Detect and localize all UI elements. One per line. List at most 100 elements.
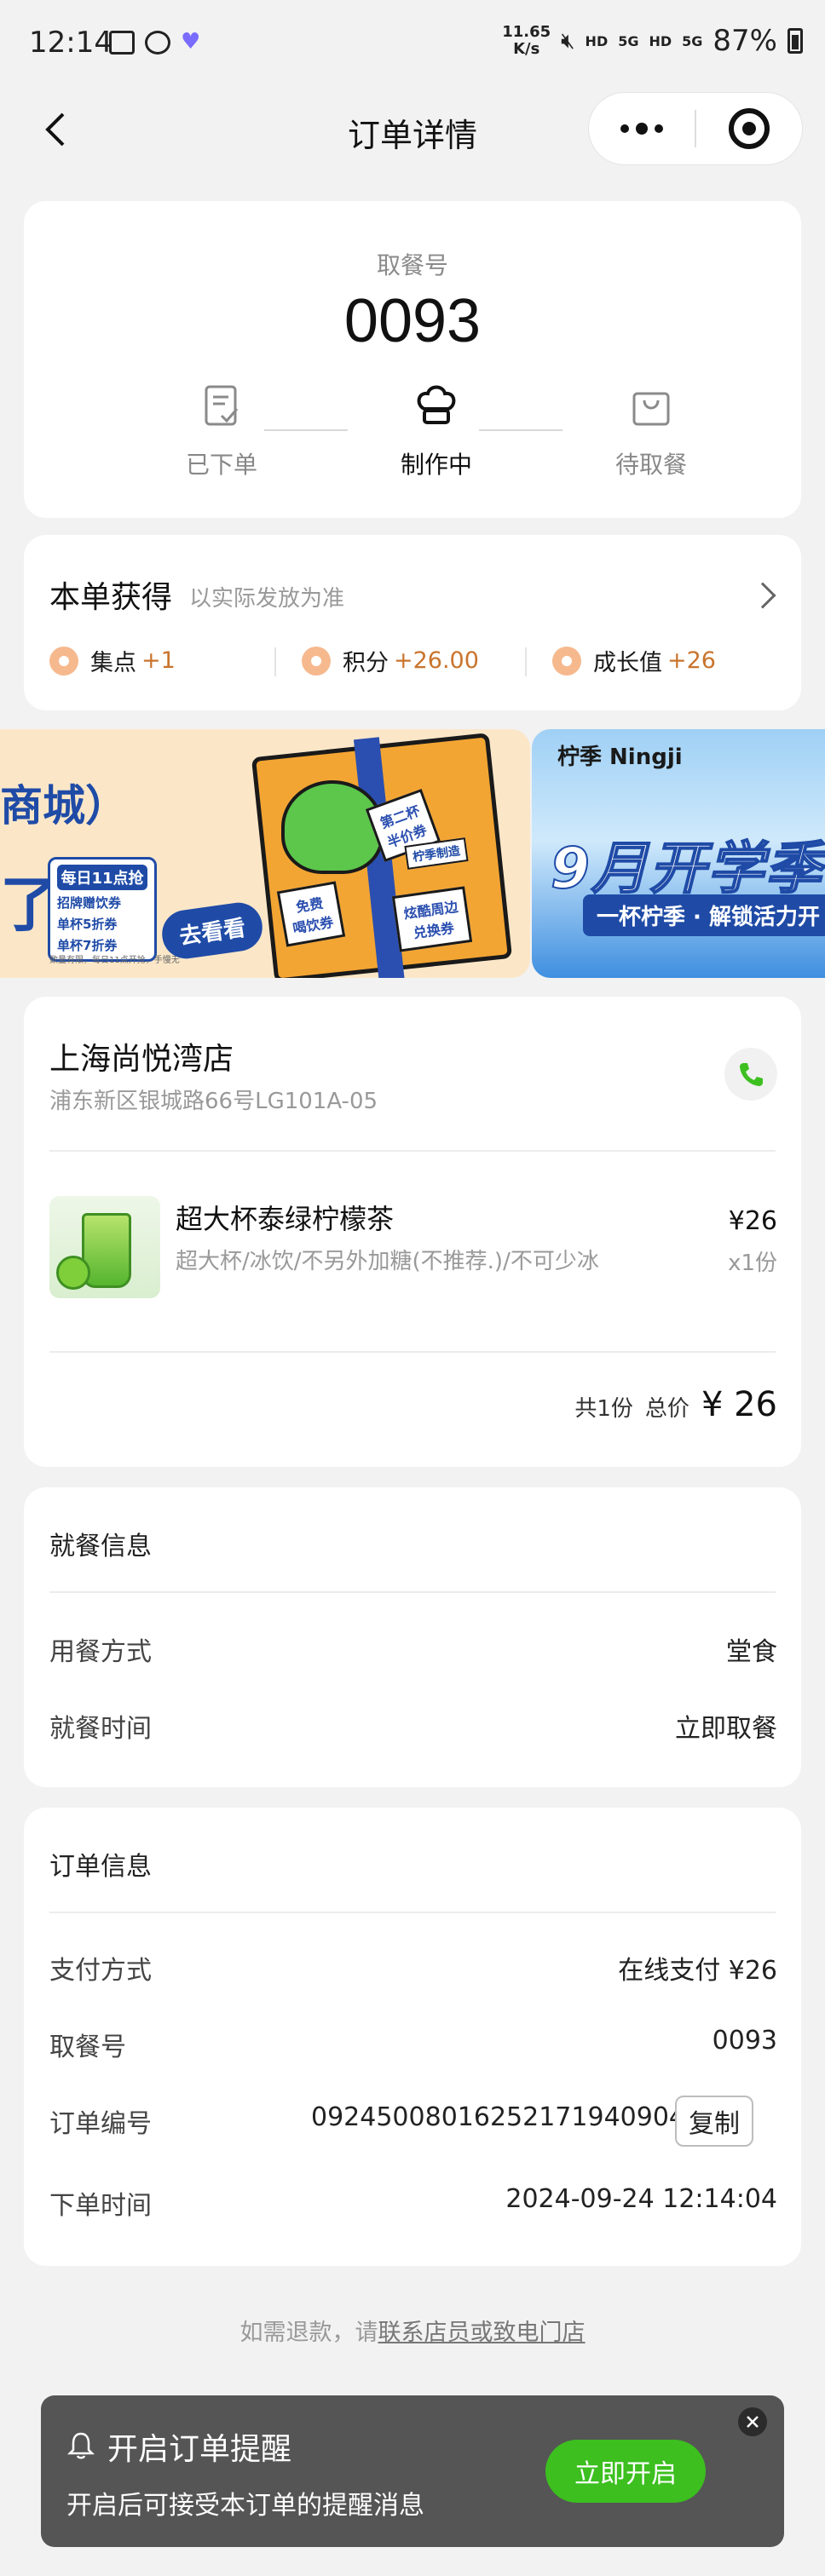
wechat-icon [145,31,170,55]
chevron-left-icon [45,112,65,147]
divider [49,1150,776,1152]
rewards-subtitle: 以实际发放为准 [189,586,345,612]
tag-line: 招牌赠饮券 [57,895,122,911]
product-name: 超大杯泰绿柠檬茶 [176,1203,395,1235]
close-icon [747,2416,759,2428]
signal-5g-2: 5G [682,32,703,49]
refund-prefix: 如需退款，请 [239,2320,378,2346]
reminder-title: 开启订单提醒 [107,2432,292,2467]
reward-growth: 成长值 +26 [552,644,716,677]
battery-level: 87% [712,24,777,58]
row-value: 2024-09-24 12:14:04 [505,2184,777,2214]
order-total: 共1份 总价 ¥ 26 [574,1385,777,1424]
order-reminder-banner: 开启订单提醒 开启后可接受本订单的提醒消息 立即开启 [41,2395,784,2547]
tag-line: 单杯5折券 [57,917,118,932]
step-connector [264,429,348,431]
reward-value: +1 [141,647,176,674]
back-button[interactable] [38,109,78,150]
product-image [49,1196,160,1298]
banner-subline: 一杯柠季 · 解锁活力开 [583,894,825,936]
hd-label-1: HD [585,32,609,49]
product-price: ¥26 [728,1206,777,1236]
reward-value: +26 [667,647,716,674]
points-icon [302,646,331,676]
mini-program-capsule [588,92,803,165]
banner-title: 商城） [0,781,128,831]
lime-graphic [56,1256,90,1290]
row-label: 就餐时间 [49,1714,152,1744]
tag-head: 每日11点抢 [57,865,147,890]
reward-name: 成长值 [593,650,662,676]
order-info-card: 订单信息 支付方式 在线支付 ¥26 取餐号 0093 订单编号 0924500… [24,1808,801,2266]
rewards-card[interactable]: 本单获得 以实际发放为准 集点 +1 积分 +26.00 成长值 +26 [24,535,801,710]
store-order-card: 上海尚悦湾店 浦东新区银城路66号LG101A-05 超大杯泰绿柠檬茶 超大杯/… [24,997,801,1467]
net-speed-value: 11.65 [502,23,551,41]
row-label: 用餐方式 [49,1637,152,1667]
banner-headline: 9月开学季 [550,835,823,902]
reward-divider [274,647,276,676]
row-value: 在线支付 ¥26 [618,1956,777,1986]
section-title: 就餐信息 [49,1532,152,1561]
row-label: 取餐号 [49,2033,126,2062]
brand-label: 柠季 Ningji [557,745,683,770]
hd-label-2: HD [649,32,672,49]
enable-reminder-button[interactable]: 立即开启 [545,2440,706,2503]
product-spec: 超大杯/冰饮/不另外加糖(不推荐.)/不可少冰 [176,1249,599,1274]
section-title: 订单信息 [49,1852,152,1882]
close-mini-program-button[interactable] [696,92,802,165]
mascot-graphic [281,780,384,874]
total-count: 共1份 [574,1396,633,1422]
close-reminder-button[interactable] [738,2407,767,2436]
bell-icon [66,2432,95,2459]
promo-banner-back-to-school[interactable]: 柠季 Ningji 9月开学季 一杯柠季 · 解锁活力开 [532,729,825,978]
net-speed-unit: K/s [513,40,540,58]
row-label: 订单编号 [49,2109,152,2139]
refund-note: 如需退款，请联系店员或致电门店 [0,2314,825,2347]
total-label: 总价 [644,1396,689,1422]
banner-cta-button[interactable]: 去看看 [159,900,266,962]
target-icon [729,108,770,149]
order-number-row: 09245008016252171940904 复制 [300,2096,777,2147]
net-speed: 11.65 K/s [502,24,551,58]
banner-note: 数量有限，每日11点开抢，手慢无 [49,956,180,965]
contact-store-link[interactable]: 联系店员或致电门店 [378,2320,586,2346]
copy-button[interactable]: 复制 [675,2096,753,2147]
growth-icon [552,646,581,676]
product-quantity: x1份 [728,1251,777,1276]
stamp-icon [49,646,78,676]
store-name: 上海尚悦湾店 [49,1042,234,1077]
clipboard-check-icon [205,385,239,426]
chevron-right-icon [749,582,776,609]
phone-icon [740,1063,763,1086]
reward-points: 积分 +26.00 [302,644,479,677]
bag-icon [632,392,670,426]
signal-5g-1: 5G [618,32,639,49]
reward-value: +26.00 [394,647,479,674]
status-notification-icons: ♥ [109,31,203,55]
row-label: 支付方式 [49,1956,152,1986]
step-connector [479,429,562,431]
reward-name: 集点 [90,650,136,676]
mute-icon: 🔇︎ [561,27,575,54]
banner-coupon-tag: 每日11点抢 招牌赠饮券 单杯5折券 单杯7折券 [48,857,157,962]
status-bar: 12:14 ♥ 11.65 K/s 🔇︎ HD 5G HD 5G 87% [0,0,825,89]
step-label: 已下单 [185,451,257,479]
rewards-title: 本单获得 [49,580,173,615]
step-label: 待取餐 [614,451,687,479]
battery-icon [788,28,803,54]
heart-app-icon: ♥ [181,29,201,55]
dining-info-card: 就餐信息 用餐方式 堂食 就餐时间 立即取餐 [24,1487,801,1787]
divider [49,1591,776,1593]
divider [49,1912,776,1913]
pickup-label: 取餐号 [376,251,448,279]
promo-banner-mall[interactable]: 商城） 了 每日11点抢 招牌赠饮券 单杯5折券 单杯7折券 数量有限，每日11… [0,729,530,978]
more-dots-icon [620,123,663,135]
step-label: 制作中 [400,451,472,479]
more-button[interactable] [589,92,695,165]
row-value: 堂食 [726,1637,777,1667]
status-time: 12:14 [29,26,112,60]
reward-name: 积分 [343,650,389,676]
pickup-number: 0093 [343,287,482,355]
call-store-button[interactable] [724,1048,777,1101]
coupon-card-merch: 炫酷周边 兑换券 [391,886,473,952]
